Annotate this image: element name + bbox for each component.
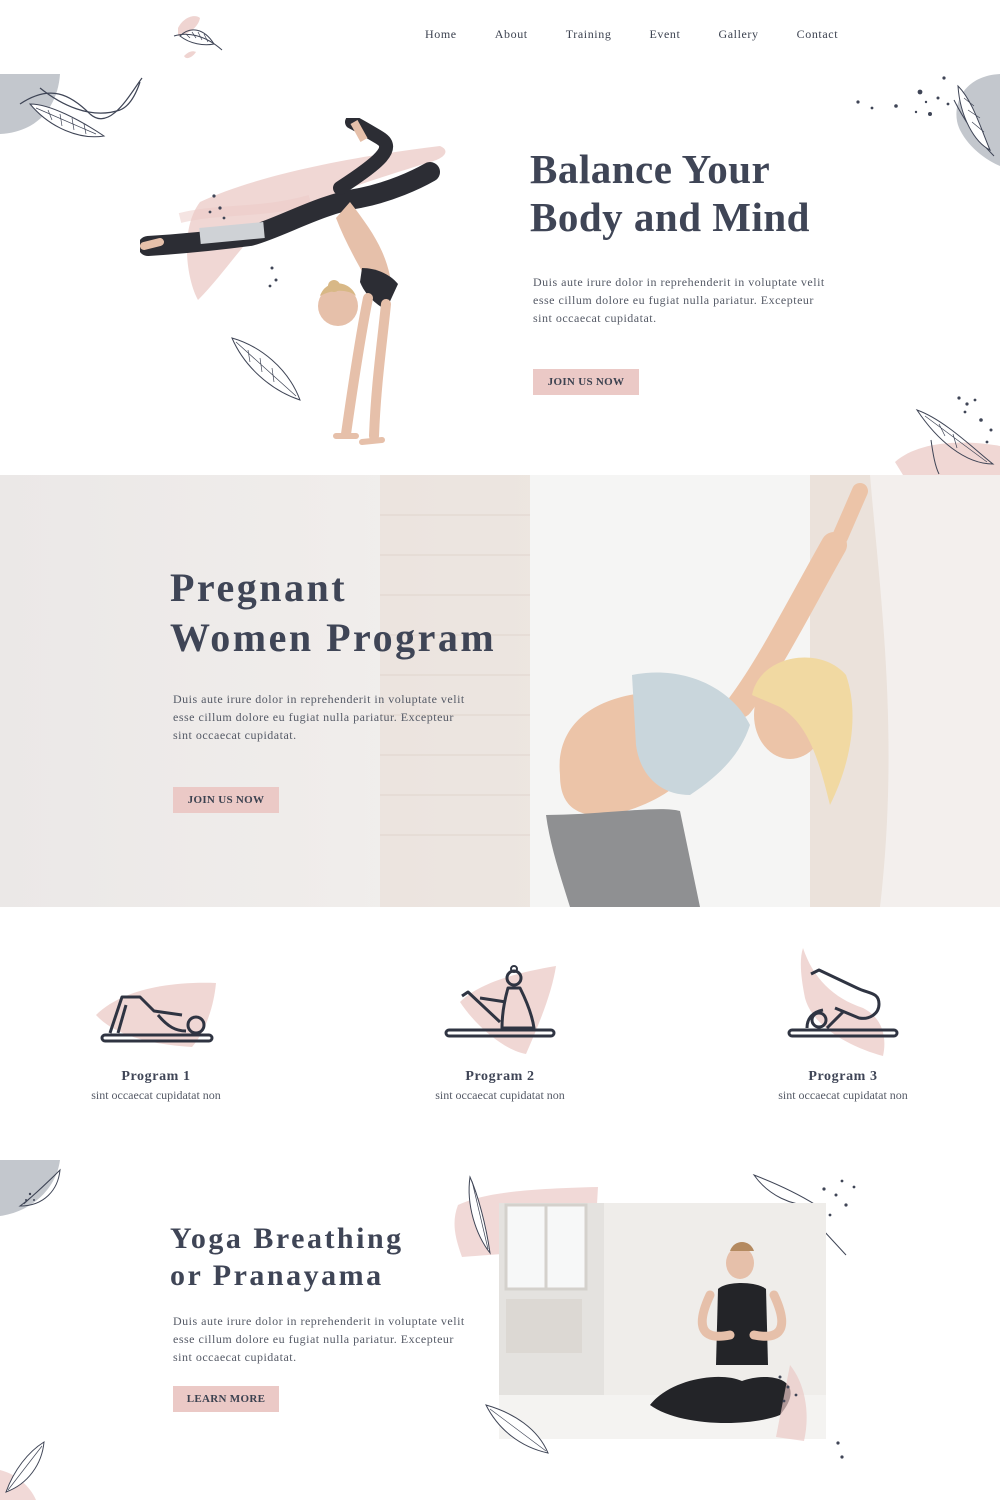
- hero-join-button[interactable]: JOIN US NOW: [533, 369, 639, 395]
- nav-about[interactable]: About: [495, 27, 528, 42]
- nav-training[interactable]: Training: [566, 27, 612, 42]
- main-nav: Home About Training Event Gallery Contac…: [408, 27, 838, 42]
- plow-pose-icon[interactable]: [783, 948, 908, 1060]
- hero-description: Duis aute irure dolor in reprehenderit i…: [533, 275, 825, 325]
- nav-gallery[interactable]: Gallery: [718, 27, 758, 42]
- bottom-leaf-decoration-icon: [0, 1441, 45, 1500]
- banner-title-line-1: Pregnant: [170, 565, 348, 610]
- hero-title-line-2: Body and Mind: [530, 194, 810, 240]
- hero-corner-leaf-decoration-icon: [895, 396, 1000, 475]
- program-1-title[interactable]: Program 1: [56, 1069, 256, 1085]
- yoga-title: Yoga Breathing or Pranayama: [170, 1220, 404, 1294]
- pregnant-program-banner: Pregnant Women Program Duis aute irure d…: [0, 475, 1000, 907]
- hero-title-line-1: Balance Your: [530, 146, 771, 192]
- banner-description: Duis aute irure dolor in reprehenderit i…: [173, 692, 465, 742]
- banner-title-line-2: Women Program: [170, 615, 497, 660]
- banner-join-button[interactable]: JOIN US NOW: [173, 787, 279, 813]
- meditation-photo: [454, 1173, 856, 1459]
- yoga-title-line-2: or Pranayama: [170, 1259, 384, 1292]
- bridge-pose-icon[interactable]: [96, 975, 226, 1055]
- nav-event[interactable]: Event: [649, 27, 680, 42]
- program-3-subtitle: sint occaecat cupidatat non: [778, 1088, 908, 1102]
- banner-title: Pregnant Women Program: [170, 563, 496, 663]
- boat-pose-icon[interactable]: [440, 962, 565, 1062]
- nav-contact[interactable]: Contact: [797, 27, 839, 42]
- logo-leaf-icon[interactable]: [170, 12, 226, 62]
- nav-home[interactable]: Home: [425, 27, 457, 42]
- hero-yoga-pose-illustration: [140, 118, 446, 445]
- program-2-title[interactable]: Program 2: [400, 1069, 600, 1085]
- corner-leaf-decoration-icon: [856, 74, 1000, 166]
- program-3-title[interactable]: Program 3: [743, 1069, 943, 1085]
- yoga-description: Duis aute irure dolor in reprehenderit i…: [173, 1314, 465, 1364]
- program-1-subtitle: sint occaecat cupidatat non: [91, 1088, 221, 1102]
- corner-leaf-decoration-icon: [0, 74, 143, 138]
- hero-title: Balance Your Body and Mind: [530, 145, 860, 241]
- left-leaf-decoration-icon: [0, 1160, 61, 1216]
- program-2-subtitle: sint occaecat cupidatat non: [435, 1088, 565, 1102]
- learn-more-button[interactable]: LEARN MORE: [173, 1386, 279, 1412]
- banner-photo-background: [380, 475, 1000, 907]
- yoga-title-line-1: Yoga Breathing: [170, 1222, 404, 1255]
